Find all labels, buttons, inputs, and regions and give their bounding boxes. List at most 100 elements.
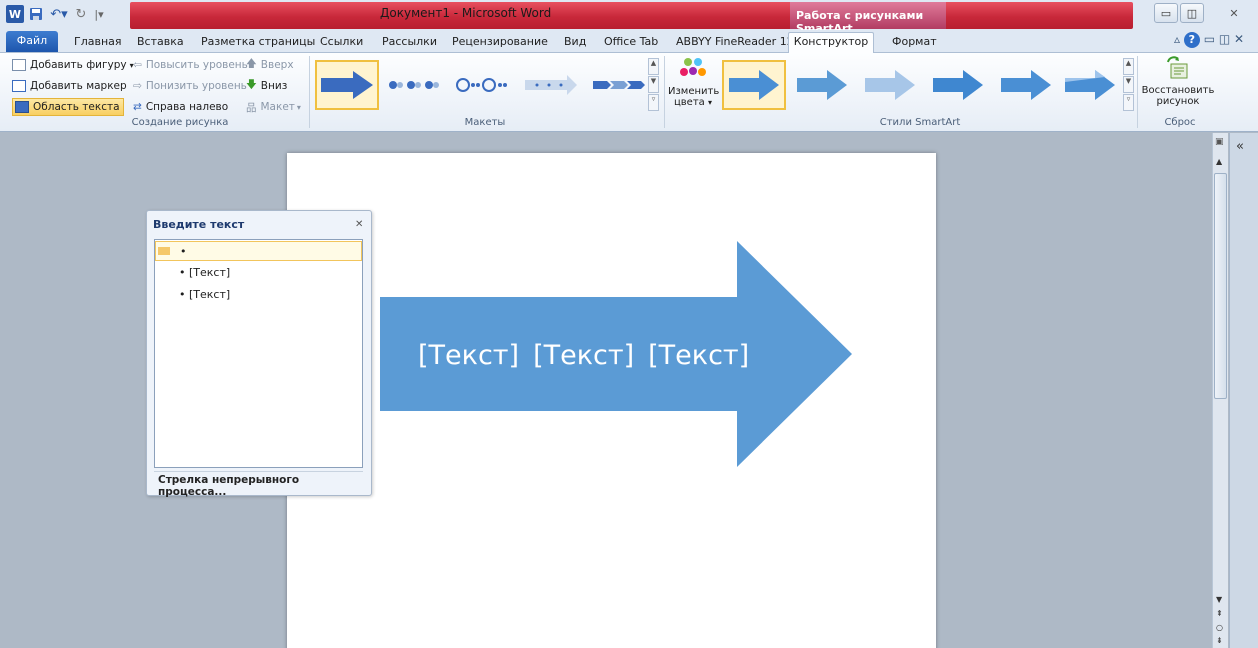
group-separator [309,56,310,128]
scroll-down-arrow-icon[interactable]: ▼ [1216,595,1222,604]
color-dots-icon [680,58,706,76]
layout-thumb-timeline[interactable] [451,60,515,110]
help-icon[interactable]: ? [1183,32,1200,48]
tab-abbyy[interactable]: ABBYY FineReader 12 [676,33,794,52]
promote-arrow-icon: ⇦ [133,59,142,71]
quick-access-customize-icon[interactable]: |▾ [92,5,106,23]
layout-thumb-circles[interactable] [383,60,447,110]
text-pane-item[interactable]: • [155,241,362,261]
styles-more[interactable]: ▿ [1123,94,1134,111]
group-label-styles: Стили SmartArt [879,117,961,128]
styles-scroll-down[interactable]: ▼ [1123,76,1134,93]
change-colors-button[interactable]: Изменить цвета ▾ [668,57,719,113]
vertical-scrollbar[interactable]: ▣ ▲ ▼ ⇞ ○ ⇟ [1212,133,1228,648]
tab-format[interactable]: Формат [892,33,937,52]
group-separator [1137,56,1138,128]
doc-restore-icon[interactable]: ◫ [1219,32,1230,46]
close-icon[interactable]: ✕ [355,219,363,230]
smartart-text-labels: [Текст] [Текст] [Текст] [418,340,749,371]
chevron-down-icon: ▾ [296,102,301,112]
smartart-text-pane: Введите текст ✕ • • [Текст] • [Текст] Ст… [146,210,372,498]
scroll-thumb[interactable] [1214,173,1227,399]
redo-icon[interactable]: ↻ [74,5,88,23]
tab-insert[interactable]: Вставка [137,33,184,52]
layout-thumb-continuous-arrow[interactable] [315,60,379,110]
layout-button[interactable]: 品 Макет ▾ [246,98,301,116]
tab-office-tab[interactable]: Office Tab [604,33,658,52]
ribbon: Добавить фигуру ▾ Добавить маркер Область… [0,53,1258,132]
tab-home[interactable]: Главная [74,33,122,52]
demote-button[interactable]: ⇨ Понизить уровень [133,77,247,95]
style-thumb-gloss[interactable] [1058,60,1122,110]
tab-file[interactable]: Файл [6,31,58,52]
ruler-toggle-icon[interactable]: ▣ [1215,137,1224,147]
smartart-styles-gallery: ▲ ▼ ▿ [722,58,1134,113]
doc-close-icon[interactable]: ✕ [1234,32,1244,46]
undo-icon[interactable]: ↶▾ [48,5,70,23]
text-pane-layout-name[interactable]: Стрелка непрерывного процесса... [154,471,363,498]
help-area: ▵ ? ▭ ◫ ✕ [1174,32,1244,48]
group-label-layouts: Макеты [464,117,506,128]
text-pane-icon [15,101,29,113]
previous-page-icon[interactable]: ⇞ [1216,609,1223,618]
tab-references[interactable]: Ссылки [320,33,363,52]
move-up-button[interactable]: 🡅 Вверх [246,56,294,74]
styles-scroll-up[interactable]: ▲ [1123,58,1134,75]
contextual-tab-group-smartart: Работа с рисунками SmartArt [790,2,946,35]
move-up-icon: 🡅 [246,58,257,70]
add-shape-icon [12,59,26,71]
style-thumb-flat[interactable] [790,60,854,110]
org-layout-icon: 品 [246,101,257,114]
group-label-reset: Сброс [1164,117,1196,128]
title-bar-highlight [130,2,1133,29]
style-thumb-simple[interactable] [722,60,786,110]
text-pane-item[interactable]: • [Текст] [155,262,362,282]
layouts-scroll-down[interactable]: ▼ [648,76,659,93]
add-bullet-button[interactable]: Добавить маркер [12,77,127,95]
reset-graphic-button[interactable]: Восстановить рисунок [1140,56,1216,114]
promote-button[interactable]: ⇦ Повысить уровень [133,56,248,74]
bullet-icon: • [180,244,187,258]
bullet-icon: • [179,287,186,301]
style-thumb-intense[interactable] [994,60,1058,110]
chevron-down-icon: ▾ [707,98,712,107]
layout-thumb-chevrons[interactable] [587,60,651,110]
window-title: Документ1 - Microsoft Word [380,6,552,20]
doc-minimize-icon[interactable]: ▭ [1204,32,1215,46]
title-bar: W ↶▾ ↻ |▾ Документ1 - Microsoft Word Раб… [0,0,1258,35]
tab-constructor[interactable]: Конструктор [788,32,874,54]
tab-view[interactable]: Вид [564,33,586,52]
layouts-more[interactable]: ▿ [648,94,659,111]
save-icon[interactable] [28,5,44,23]
side-panel: « [1229,133,1258,648]
smartart-label[interactable]: [Текст] [648,340,749,371]
move-down-button[interactable]: 🡇 Вниз [246,77,287,95]
current-item-marker-icon [158,247,170,255]
text-pane-item[interactable]: • [Текст] [155,284,362,304]
tab-review[interactable]: Рецензирование [452,33,548,52]
right-to-left-button[interactable]: ⇄ Справа налево [133,98,228,116]
add-shape-button[interactable]: Добавить фигуру ▾ [12,56,134,74]
style-thumb-moderate[interactable] [926,60,990,110]
tab-mailings[interactable]: Рассылки [382,33,437,52]
layout-thumb-segmented-arrow[interactable] [519,60,583,110]
layouts-scroll-up[interactable]: ▲ [648,58,659,75]
close-button[interactable]: ✕ [1222,3,1246,23]
swap-direction-icon: ⇄ [133,101,142,113]
minimize-ribbon-icon[interactable]: ▵ [1174,32,1180,46]
select-browse-object-icon[interactable]: ○ [1216,623,1223,632]
bullet-icon: • [179,265,186,279]
scroll-up-arrow-icon[interactable]: ▲ [1216,157,1222,166]
text-pane-list: • • [Текст] • [Текст] [154,239,363,468]
tab-page-layout[interactable]: Разметка страницы [201,33,315,52]
next-page-icon[interactable]: ⇟ [1216,636,1223,645]
smartart-label[interactable]: [Текст] [533,340,634,371]
restore-button[interactable]: ◫ [1180,3,1204,23]
style-thumb-light[interactable] [858,60,922,110]
text-pane-button[interactable]: Область текста [12,98,124,116]
smartart-label[interactable]: [Текст] [418,340,519,371]
collapse-pane-icon[interactable]: « [1236,139,1244,154]
reset-graphic-icon [1167,56,1188,79]
minimize-button[interactable]: ▭ [1154,3,1178,23]
word-app-icon[interactable]: W [6,5,24,23]
